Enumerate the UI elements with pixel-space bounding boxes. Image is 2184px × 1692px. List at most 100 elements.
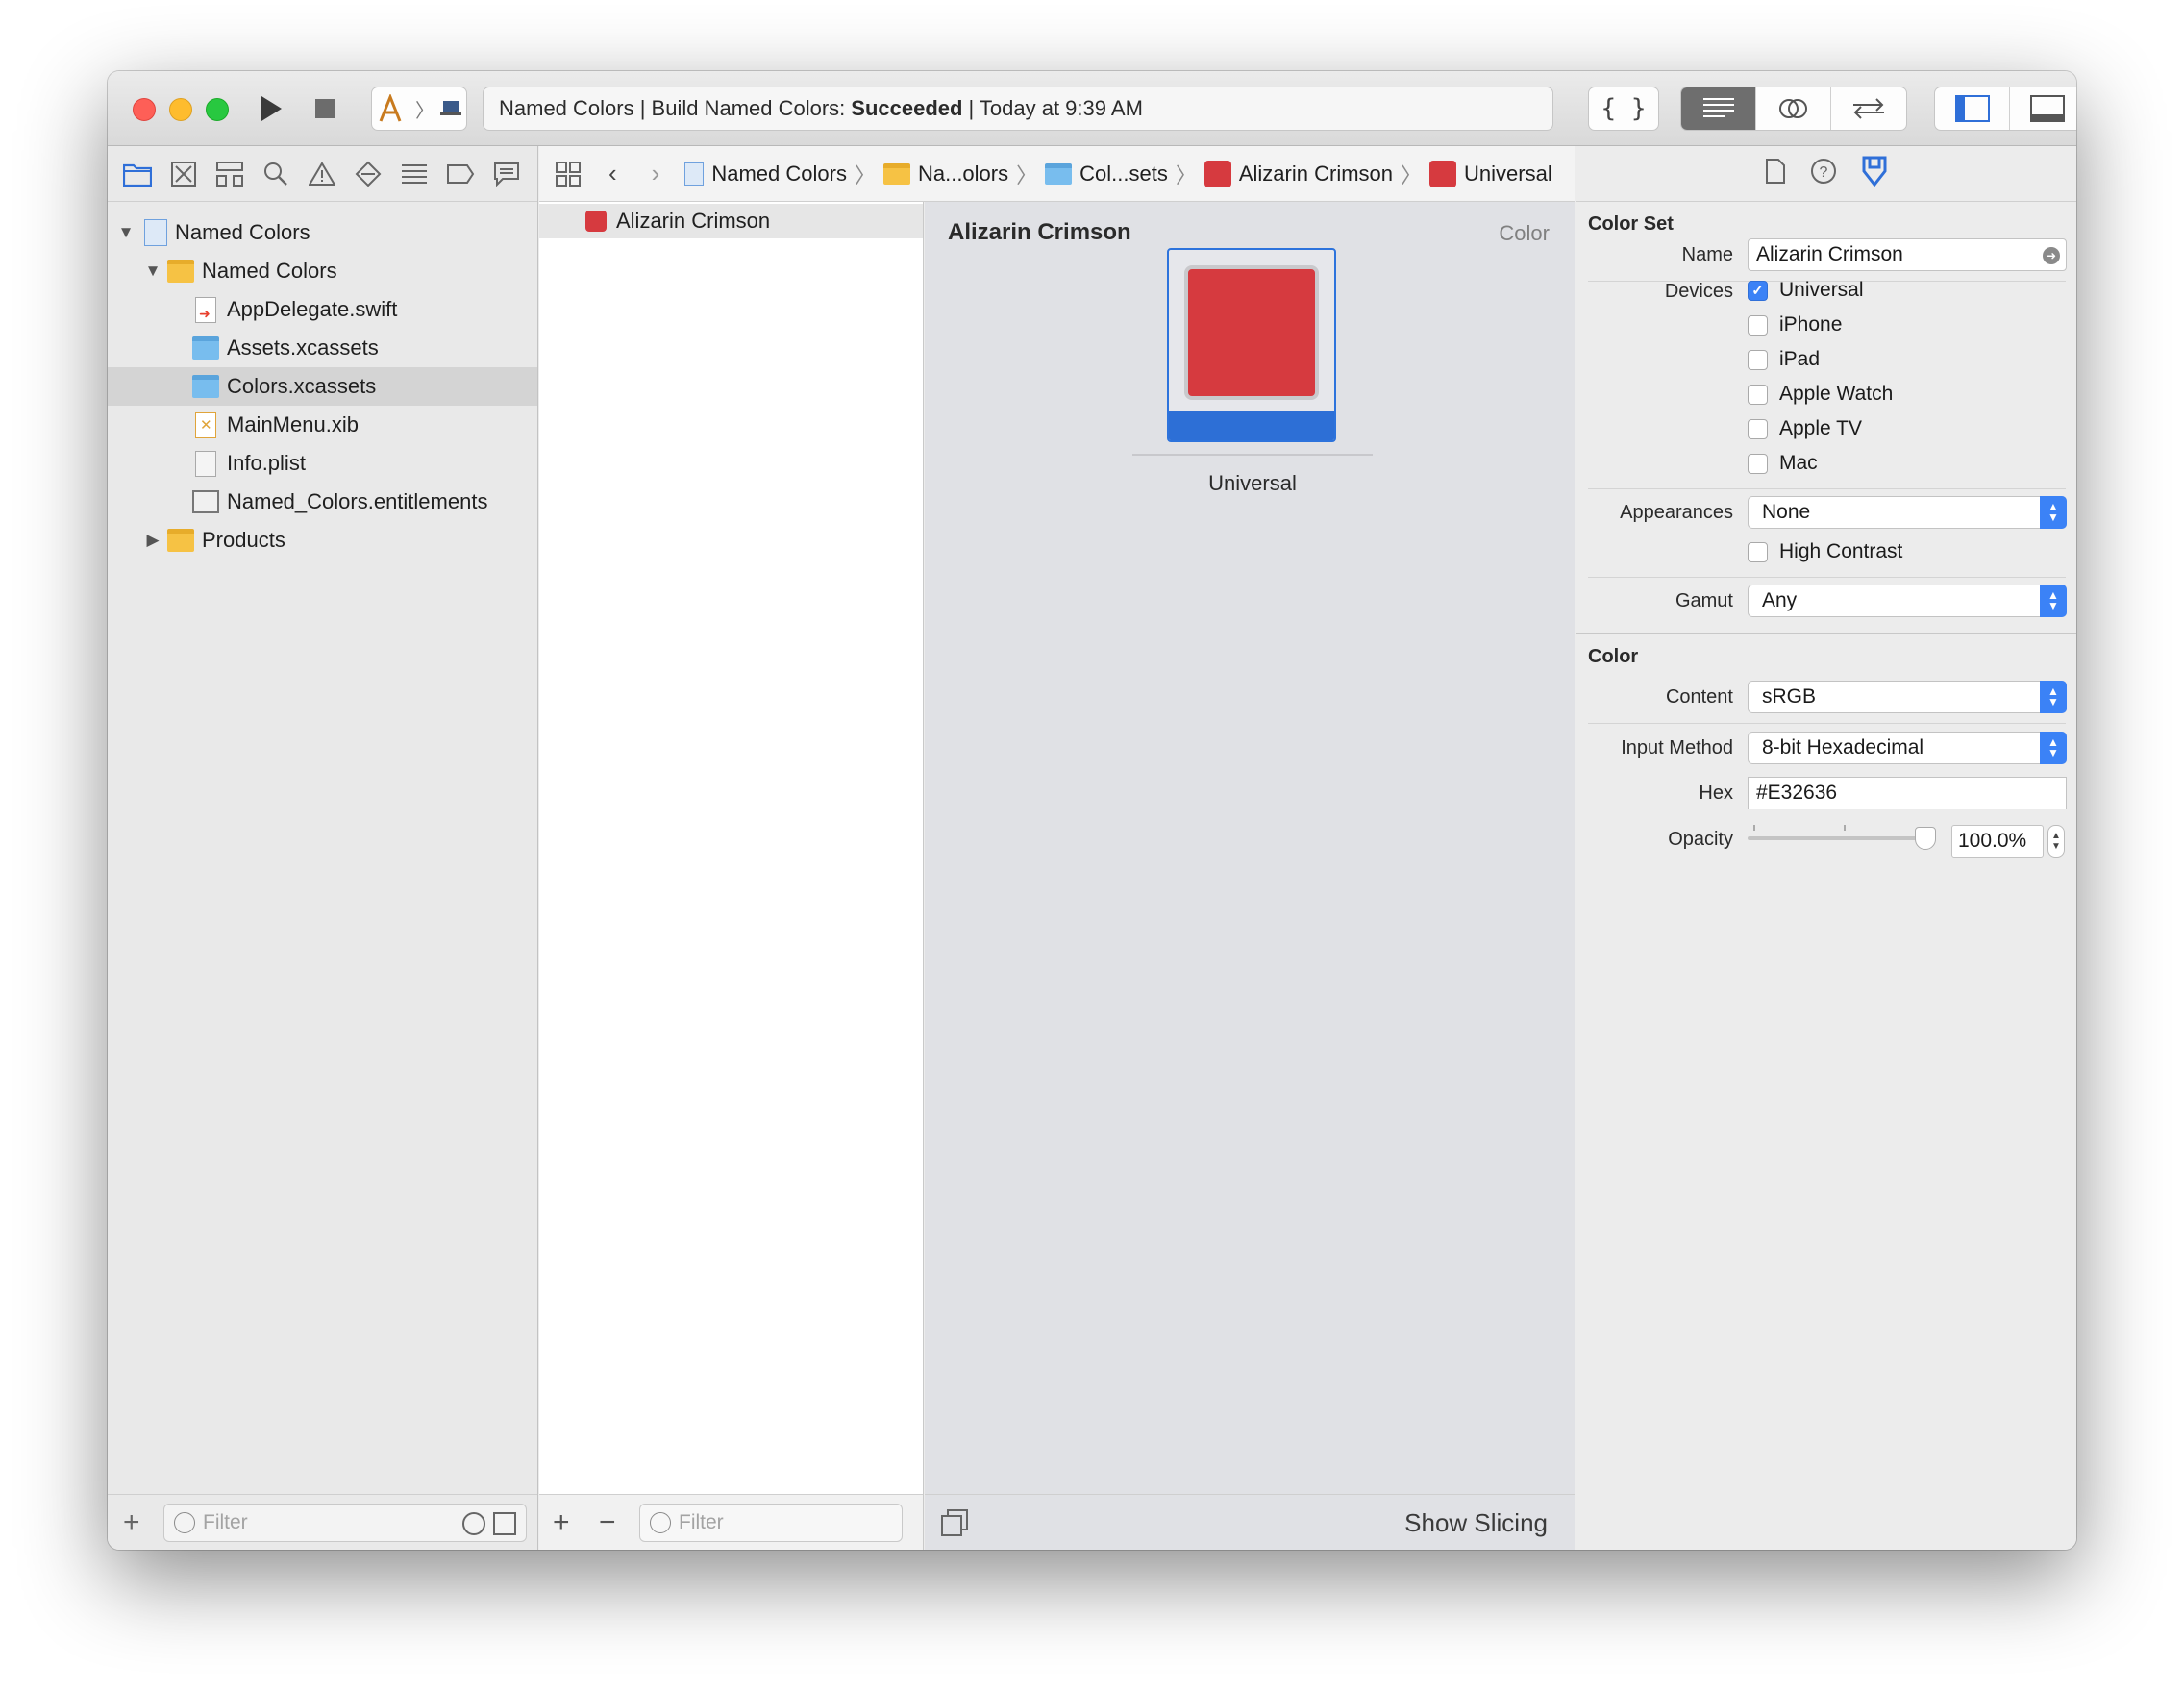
debug-navigator-icon[interactable] [398, 158, 431, 190]
arrows-swap-icon [1853, 98, 1884, 119]
opacity-field[interactable]: 100.0% [1951, 825, 2044, 858]
file-inspector-icon[interactable] [1764, 158, 1787, 189]
high-contrast-checkbox[interactable]: High Contrast [1748, 540, 1902, 563]
devices-label: Devices [1664, 281, 1733, 302]
device-mac-checkbox[interactable]: Mac [1748, 452, 1818, 475]
checkbox-label: Mac [1779, 452, 1818, 474]
forward-icon[interactable]: › [652, 159, 660, 188]
tree-item-group[interactable]: ▼ Named Colors [108, 252, 537, 290]
popup-value: None [1762, 501, 1811, 523]
folder-icon [167, 260, 194, 283]
help-icon[interactable]: ? [1810, 158, 1837, 189]
recent-files-icon[interactable] [462, 1511, 485, 1535]
tree-item-file[interactable]: Named_Colors.entitlements [108, 483, 537, 521]
device-iphone-checkbox[interactable]: iPhone [1748, 313, 1842, 336]
project-navigator: ▼ Named Colors ▼ Named Colors ➜ AppDeleg… [108, 146, 538, 1550]
input-method-popup[interactable]: 8-bit Hexadecimal ▲ ▼ [1748, 732, 2067, 764]
name-value: Alizarin Crimson [1756, 243, 1903, 265]
version-editor-button[interactable] [1831, 87, 1906, 130]
breadcrumb-project[interactable]: Named Colors [684, 162, 847, 187]
breadcrumb-color-set[interactable]: Alizarin Crimson [1204, 160, 1393, 187]
minimize-window-button[interactable] [169, 98, 192, 121]
tree-item-file[interactable]: ✕ MainMenu.xib [108, 406, 537, 444]
tree-item-group[interactable]: ▶ Products [108, 521, 537, 560]
disclosure-closed-icon[interactable]: ▶ [142, 531, 163, 550]
appearances-label: Appearances [1620, 502, 1733, 523]
arrow-circle-icon[interactable]: ➜ [2043, 247, 2060, 264]
breadcrumb-catalog[interactable]: Col...sets [1045, 162, 1168, 187]
source-control-icon[interactable] [167, 158, 200, 190]
show-slicing-button[interactable]: Show Slicing [1404, 1508, 1548, 1538]
device-universal-checkbox[interactable]: ✓ Universal [1748, 279, 1864, 302]
tree-item-file-selected[interactable]: Colors.xcassets [108, 367, 537, 406]
navigator-tabs [108, 146, 537, 202]
device-ipad-checkbox[interactable]: iPad [1748, 348, 1820, 371]
tree-item-label: Products [202, 528, 285, 552]
appearances-popup[interactable]: None ▲ ▼ [1748, 496, 2067, 529]
library-button[interactable]: { } [1588, 87, 1659, 131]
hex-field[interactable]: #E32636 [1748, 777, 2067, 809]
stepper-up-icon[interactable]: ▲ [2051, 831, 2061, 841]
close-window-button[interactable] [133, 98, 156, 121]
disclosure-open-icon[interactable]: ▼ [115, 223, 136, 242]
tree-item-project[interactable]: ▼ Named Colors [108, 213, 537, 252]
app-scheme-icon [379, 94, 402, 122]
stepper-down-icon[interactable]: ▼ [2051, 841, 2061, 852]
tree-item-label: AppDelegate.swift [227, 297, 398, 321]
set-list-bottom-bar: + − Filter [539, 1494, 923, 1550]
asset-kind-label: Color [1499, 221, 1550, 245]
well-label: Universal [1208, 471, 1297, 495]
gamut-popup[interactable]: Any ▲ ▼ [1748, 585, 2067, 617]
navigator-filter-field[interactable]: Filter [163, 1503, 527, 1542]
add-icon[interactable]: + [553, 1506, 582, 1539]
content-popup[interactable]: sRGB ▲ ▼ [1748, 681, 2067, 713]
search-icon[interactable] [260, 158, 292, 190]
tree-item-file[interactable]: Info.plist [108, 444, 537, 483]
breakpoint-icon[interactable] [444, 158, 477, 190]
scm-filter-icon[interactable] [493, 1511, 516, 1535]
related-items-icon[interactable] [555, 161, 582, 187]
set-filter-field[interactable]: Filter [639, 1503, 903, 1542]
stop-button[interactable] [306, 87, 344, 131]
remove-icon[interactable]: − [599, 1506, 628, 1539]
add-icon[interactable]: + [123, 1506, 152, 1539]
color-set-item[interactable]: Alizarin Crimson [539, 204, 923, 238]
popup-arrows-icon: ▲ ▼ [2040, 585, 2067, 617]
tree-item-file[interactable]: Assets.xcassets [108, 329, 537, 367]
assistant-editor-button[interactable] [1756, 87, 1831, 130]
editor-bottom-bar: Show Slicing [925, 1494, 1575, 1550]
section-title-color-set: Color Set [1588, 213, 1674, 235]
slices-icon[interactable] [940, 1508, 969, 1537]
device-apple-watch-checkbox[interactable]: Apple Watch [1748, 383, 1893, 406]
toggle-debug-area-button[interactable] [2010, 87, 2076, 130]
warning-icon[interactable] [306, 158, 338, 190]
symbol-navigator-icon[interactable] [213, 158, 246, 190]
name-field[interactable]: Alizarin Crimson ➜ [1748, 238, 2067, 271]
attributes-inspector-icon[interactable] [1860, 156, 1889, 191]
breadcrumb-group[interactable]: Na...olors [882, 162, 1008, 187]
test-navigator-icon[interactable] [352, 158, 385, 190]
opacity-stepper[interactable]: ▲ ▼ [2048, 825, 2065, 858]
disclosure-open-icon[interactable]: ▼ [142, 261, 163, 281]
folder-navigator-icon[interactable] [121, 158, 154, 190]
toggle-navigator-button[interactable] [1935, 87, 2010, 130]
bottom-panel-icon [2029, 95, 2065, 122]
scheme-selector[interactable]: 〉 [371, 87, 467, 131]
color-well-universal[interactable] [1167, 248, 1336, 442]
zoom-window-button[interactable] [206, 98, 229, 121]
toolbar: 〉 Named Colors | Build Named Colors: Suc… [108, 71, 2076, 146]
tree-item-file[interactable]: ➜ AppDelegate.swift [108, 290, 537, 329]
activity-prefix: Named Colors | Build Named Colors: [499, 96, 846, 120]
standard-editor-button[interactable] [1681, 87, 1756, 130]
entitlements-file-icon [192, 490, 219, 513]
report-navigator-icon[interactable] [490, 158, 523, 190]
opacity-slider[interactable] [1748, 823, 1936, 852]
breadcrumb-variant[interactable]: Universal [1429, 160, 1552, 187]
tree-item-label: Named_Colors.entitlements [227, 489, 488, 513]
checkbox-box [1748, 349, 1768, 370]
swift-file-icon: ➜ [195, 296, 216, 323]
device-apple-tv-checkbox[interactable]: Apple TV [1748, 417, 1862, 440]
run-button[interactable] [252, 87, 290, 131]
slider-knob[interactable] [1915, 827, 1936, 850]
back-icon[interactable]: ‹ [608, 159, 617, 188]
